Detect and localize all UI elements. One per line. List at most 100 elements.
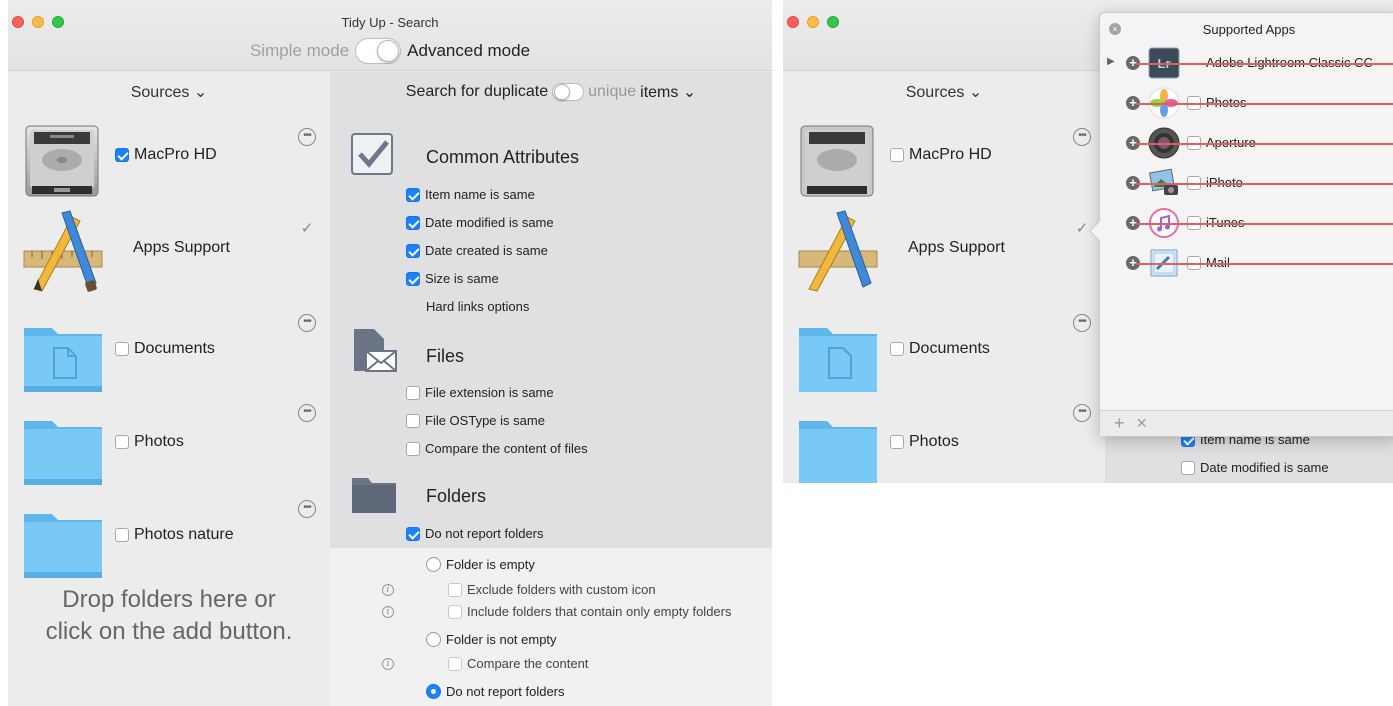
disclosure-triangle-icon[interactable]: ▶ xyxy=(1107,56,1115,67)
zoom-window-button[interactable] xyxy=(827,16,839,28)
more-options-icon[interactable]: ••• xyxy=(298,314,316,332)
source-checkbox[interactable] xyxy=(890,435,904,449)
source-name: Apps Support xyxy=(133,239,230,256)
remove-app-button[interactable]: × xyxy=(1137,413,1148,434)
source-checkbox[interactable] xyxy=(115,528,129,542)
app-row-photos[interactable]: + Photos xyxy=(1100,83,1393,123)
source-name: Photos xyxy=(909,433,959,450)
documents-folder-icon xyxy=(24,328,102,392)
checkmark-icon[interactable]: ✓ xyxy=(1073,219,1091,237)
mode-toggle[interactable] xyxy=(355,38,402,64)
source-checkbox[interactable] xyxy=(890,148,904,162)
source-checkbox[interactable] xyxy=(115,148,129,162)
mode-switch: Simple mode Advanced mode xyxy=(8,38,772,64)
criterion-date-modified[interactable]: Date modified is same xyxy=(1181,460,1329,475)
app-row-iphoto[interactable]: + iPhoto xyxy=(1100,163,1393,203)
source-checkbox[interactable] xyxy=(115,342,129,356)
info-icon[interactable]: i xyxy=(382,606,394,618)
source-item-photos-nature[interactable]: Photos nature ••• xyxy=(8,492,330,587)
source-item-documents[interactable]: Documents ••• xyxy=(8,306,330,401)
criterion-item-name[interactable]: Item name is same xyxy=(406,187,535,202)
criterion-date-created[interactable]: Date created is same xyxy=(406,243,548,258)
popover-footer: + × xyxy=(1100,410,1393,436)
app-row-itunes[interactable]: + iTunes xyxy=(1100,203,1393,243)
documents-folder-icon xyxy=(799,328,877,392)
folder-icon xyxy=(799,421,877,483)
more-options-icon[interactable]: ••• xyxy=(298,404,316,422)
folder-icon xyxy=(24,514,102,578)
source-name: MacPro HD xyxy=(134,146,217,163)
common-attributes-title: Common Attributes xyxy=(426,147,580,167)
radio-folder-not-empty[interactable]: Folder is not empty xyxy=(426,632,557,647)
folder-section-icon xyxy=(352,478,396,513)
source-item-macpro-hd[interactable]: MacPro HD ••• xyxy=(8,112,330,207)
add-app-button[interactable]: + xyxy=(1114,413,1125,434)
criterion-date-modified[interactable]: Date modified is same xyxy=(406,215,554,230)
source-item-photos[interactable]: Photos ••• xyxy=(783,399,1105,483)
hard-drive-icon xyxy=(800,125,874,197)
source-label: Documents xyxy=(115,340,215,358)
criterion-file-extension[interactable]: File extension is same xyxy=(406,385,554,400)
radio-do-not-report-folders[interactable]: Do not report folders xyxy=(426,684,565,699)
source-item-apps-support[interactable]: Apps Support ✓ xyxy=(783,205,1105,300)
minimize-window-button[interactable] xyxy=(807,16,819,28)
info-icon[interactable]: i xyxy=(382,658,394,670)
app-row-mail[interactable]: + Mail xyxy=(1100,243,1393,283)
source-name: MacPro HD xyxy=(909,146,992,163)
strike-line xyxy=(1136,223,1393,225)
criterion-size[interactable]: Size is same xyxy=(406,271,499,286)
more-options-icon[interactable]: ••• xyxy=(298,500,316,518)
source-label: Photos xyxy=(115,433,184,451)
supported-apps-popover: × Supported Apps ▶ + Lr Adobe Lightroom … xyxy=(1089,12,1393,437)
more-options-icon[interactable]: ••• xyxy=(1073,128,1091,146)
folder-icon xyxy=(24,421,102,485)
source-item-apps-support[interactable]: Apps Support ✓ xyxy=(8,205,330,300)
app-tools-icon xyxy=(798,210,878,292)
hard-links-options[interactable]: Hard links options xyxy=(426,299,529,314)
source-label: MacPro HD xyxy=(115,146,217,164)
sources-menu[interactable]: Sources ⌄ xyxy=(783,82,1105,102)
more-options-icon[interactable]: ••• xyxy=(1073,314,1091,332)
folders-section-title: Folders xyxy=(426,486,487,506)
items-menu[interactable]: items ⌄ xyxy=(640,82,696,102)
criterion-compare-content[interactable]: Compare the content of files xyxy=(406,441,588,456)
app-row-aperture[interactable]: + Aperture xyxy=(1100,123,1393,163)
radio-folder-is-empty[interactable]: Folder is empty xyxy=(426,557,535,572)
strike-line xyxy=(1136,263,1393,265)
include-empty-folders-option[interactable]: Include folders that contain only empty … xyxy=(448,604,731,619)
criteria-panel: Search for duplicate unique items ⌄ Comm… xyxy=(330,72,772,548)
source-label: Photos nature xyxy=(115,526,234,544)
hard-drive-icon xyxy=(25,125,99,197)
source-item-macpro-hd[interactable]: MacPro HD ••• xyxy=(783,112,1105,207)
tidy-up-search-window: Tidy Up - Search Simple mode Advanced mo… xyxy=(8,0,772,706)
exclude-custom-icon-option[interactable]: Exclude folders with custom icon xyxy=(448,582,656,597)
strike-line xyxy=(1136,183,1393,185)
compare-content-option[interactable]: Compare the content xyxy=(448,656,588,671)
sources-panel: Sources ⌄ MacPro HD ••• Apps Support ✓ D… xyxy=(783,72,1105,483)
source-item-documents[interactable]: Documents ••• xyxy=(783,306,1105,401)
criterion-file-ostype[interactable]: File OSType is same xyxy=(406,413,545,428)
title-bar: Tidy Up - Search Simple mode Advanced mo… xyxy=(8,0,772,71)
source-checkbox[interactable] xyxy=(890,342,904,356)
folder-options-panel: Folder is empty i Exclude folders with c… xyxy=(330,548,772,706)
more-options-icon[interactable]: ••• xyxy=(1073,404,1091,422)
checkmark-icon[interactable]: ✓ xyxy=(298,219,316,237)
app-row-lightroom[interactable]: ▶ + Lr Adobe Lightroom Classic CC xyxy=(1100,43,1393,83)
criterion-do-not-report-folders[interactable]: Do not report folders xyxy=(406,526,544,541)
popover-title: Supported Apps xyxy=(1202,22,1296,37)
source-label: Apps Support xyxy=(908,239,1005,257)
source-checkbox[interactable] xyxy=(115,435,129,449)
window-controls xyxy=(787,16,839,28)
source-name: Documents xyxy=(134,340,215,357)
close-window-button[interactable] xyxy=(787,16,799,28)
drop-hint-line-1: Drop folders here or xyxy=(62,586,276,613)
info-icon[interactable]: i xyxy=(382,584,394,596)
source-name: Photos nature xyxy=(134,526,234,543)
sources-menu[interactable]: Sources ⌄ xyxy=(8,82,330,102)
duplicate-unique-toggle[interactable] xyxy=(552,83,585,101)
source-name: Documents xyxy=(909,340,990,357)
source-label: Photos xyxy=(890,433,959,451)
source-item-photos[interactable]: Photos ••• xyxy=(8,399,330,494)
more-options-icon[interactable]: ••• xyxy=(298,128,316,146)
source-label: Apps Support xyxy=(133,239,230,257)
